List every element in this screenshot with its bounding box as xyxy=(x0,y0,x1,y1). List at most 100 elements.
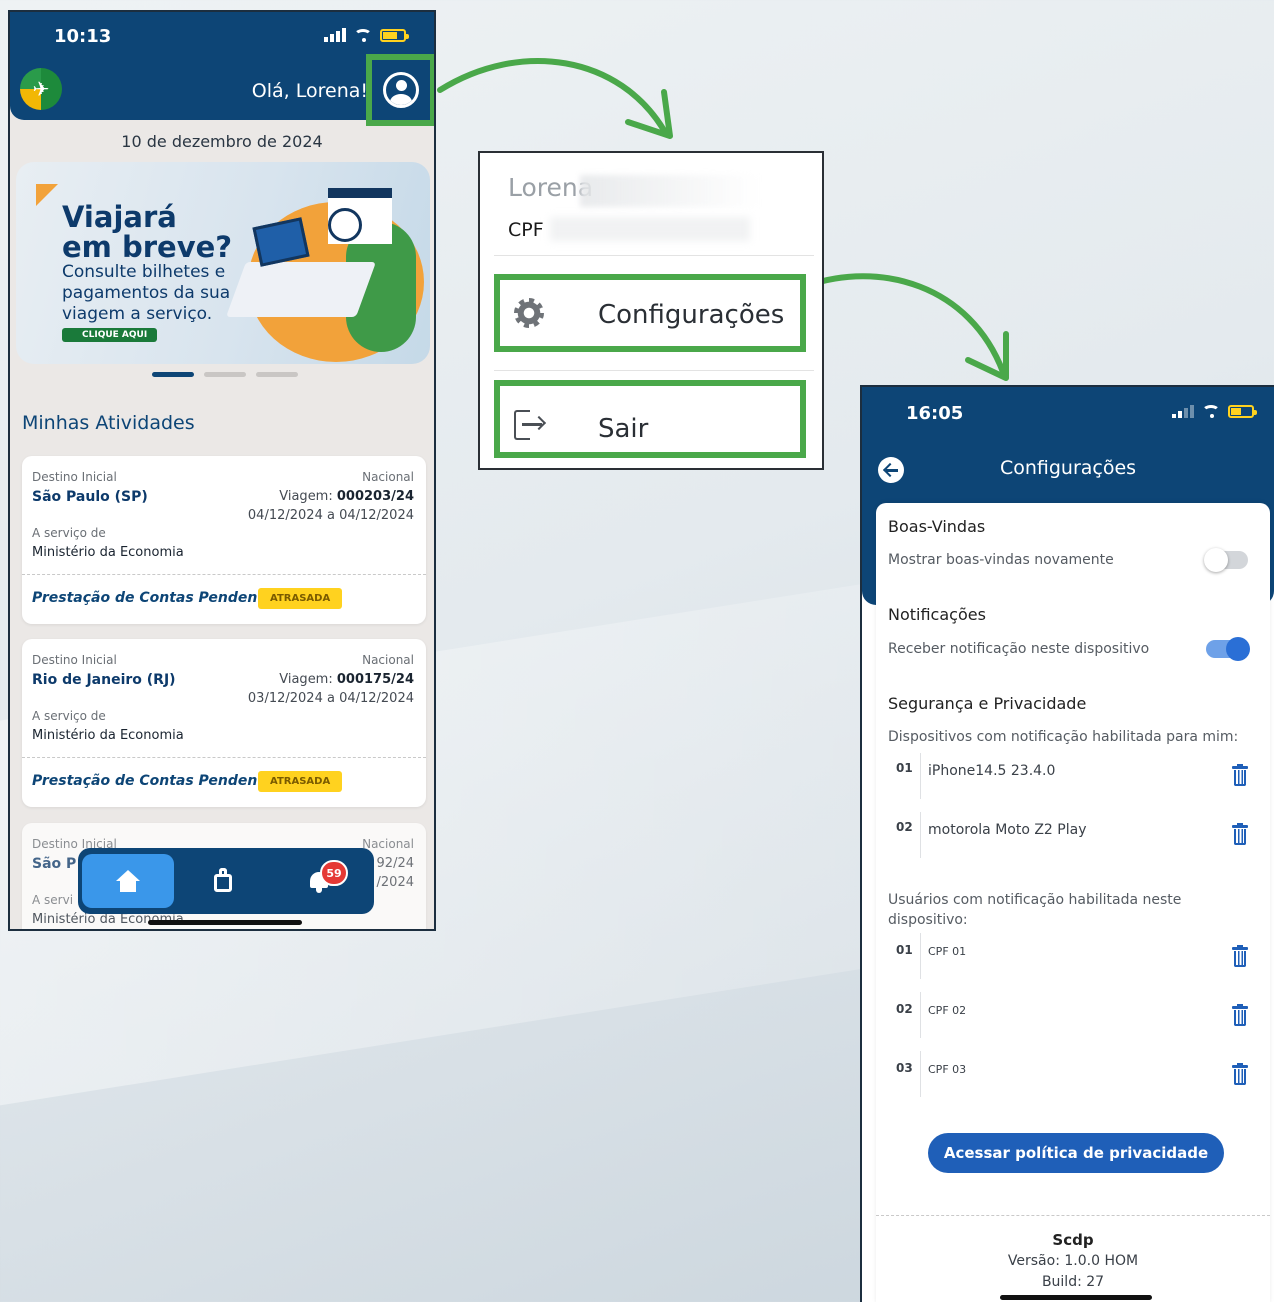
current-date: 10 de dezembro de 2024 xyxy=(121,132,323,151)
user-number: 03 xyxy=(896,1061,913,1075)
trip-type: Nacional xyxy=(362,470,414,484)
activity-card[interactable]: Destino Inicial Nacional Rio de Janeiro … xyxy=(22,639,426,807)
destination-value: São Paulo (SP) xyxy=(32,489,148,505)
activity-card[interactable]: Destino Inicial Nacional São Paulo (SP) … xyxy=(22,456,426,624)
welcome-setting-label: Mostrar boas-vindas novamente xyxy=(888,552,1114,568)
carousel-dot-3[interactable] xyxy=(256,372,298,377)
gear-icon xyxy=(514,298,544,328)
trash-icon xyxy=(1232,764,1248,769)
device-name: motorola Moto Z2 Play xyxy=(928,822,1087,838)
promo-banner[interactable]: Viajará em breve? Consulte bilhetes e pa… xyxy=(16,162,430,364)
activities-title: Minhas Atividades xyxy=(22,412,195,434)
trip-number: Viagem: 000175/24 xyxy=(279,672,414,687)
carousel-indicator[interactable] xyxy=(152,372,298,377)
settings-label: Configurações xyxy=(598,300,785,330)
user-cpf: CPF 03 xyxy=(928,1063,967,1076)
bottom-tab-bar: 59 xyxy=(78,848,374,914)
status-badge: ATRASADA xyxy=(258,588,343,609)
trip-number: Viagem: 000203/24 xyxy=(279,489,414,504)
row-divider xyxy=(920,1051,921,1097)
redacted-cpf xyxy=(550,217,750,241)
status-icons xyxy=(324,28,409,42)
carousel-dot-1[interactable] xyxy=(152,372,194,377)
service-label: A servi xyxy=(32,893,74,907)
arrow-profile-to-menu xyxy=(437,58,673,139)
banner-cta-button[interactable]: CLIQUE AQUI xyxy=(62,328,158,342)
user-number: 01 xyxy=(896,943,913,957)
settings-menu-item[interactable]: Configurações xyxy=(494,274,806,352)
device-number: 02 xyxy=(896,820,913,834)
device-number: 01 xyxy=(896,761,913,775)
destination-label: Destino Inicial xyxy=(32,653,117,667)
trash-icon xyxy=(1232,945,1248,950)
card-divider xyxy=(22,574,426,575)
trip-period: 04/12/2024 a 04/12/2024 xyxy=(247,508,414,523)
pending-status: Prestação de Contas Pendente xyxy=(32,590,274,606)
banner-desk-illustration xyxy=(225,262,377,317)
settings-screen: 16:05 Configurações Boas-Vindas Mostrar … xyxy=(860,385,1274,1302)
notification-count-badge: 59 xyxy=(320,860,348,886)
destination-label: Destino Inicial xyxy=(32,470,117,484)
trip-type: Nacional xyxy=(362,653,414,667)
user-cpf: CPF 02 xyxy=(928,1004,967,1017)
security-section-title: Segurança e Privacidade xyxy=(888,694,1087,713)
clock-icon xyxy=(328,208,362,242)
logout-icon xyxy=(514,410,547,440)
delete-user-button[interactable] xyxy=(1232,945,1248,967)
card-divider xyxy=(22,757,426,758)
footer-divider xyxy=(876,1215,1270,1216)
tab-home[interactable] xyxy=(82,854,174,908)
app-build: Build: 27 xyxy=(1041,1274,1105,1290)
logout-label: Sair xyxy=(598,414,649,444)
status-time: 16:05 xyxy=(906,403,964,424)
delete-device-button[interactable] xyxy=(1232,764,1248,786)
delete-user-button[interactable] xyxy=(1232,1004,1248,1026)
user-avatar-icon xyxy=(383,72,419,108)
status-time: 10:13 xyxy=(54,26,112,47)
home-screen: 10:13 ✈ Olá, Lorena! 10 de dezembro de 2… xyxy=(8,10,436,931)
banner-title-line1: Viajará xyxy=(62,200,177,234)
users-label: Usuários com notificação habilitada nest… xyxy=(888,892,1182,928)
menu-divider xyxy=(494,255,814,256)
home-indicator xyxy=(148,920,302,925)
carousel-dot-2[interactable] xyxy=(204,372,246,377)
notifications-section-title: Notificações xyxy=(888,605,986,624)
tab-trips[interactable] xyxy=(214,868,232,892)
device-name: iPhone14.5 23.4.0 xyxy=(928,763,1056,779)
service-label: A serviço de xyxy=(32,526,106,540)
privacy-policy-button[interactable]: Acessar política de privacidade xyxy=(928,1133,1224,1173)
app-name: Scdp xyxy=(1052,1231,1094,1249)
banner-title: Viajará em breve? xyxy=(62,202,262,262)
redacted-name xyxy=(580,175,760,207)
arrow-menu-to-settings xyxy=(803,273,1009,381)
row-divider xyxy=(920,812,921,858)
notifications-toggle[interactable] xyxy=(1206,637,1250,661)
signal-icon xyxy=(1172,405,1194,418)
destination-value: Rio de Janeiro (RJ) xyxy=(32,672,176,688)
profile-button[interactable] xyxy=(366,54,434,126)
welcome-section-title: Boas-Vindas xyxy=(888,517,986,536)
greeting-text: Olá, Lorena! xyxy=(251,80,368,102)
trip-period: /2024 xyxy=(376,875,414,890)
trash-icon xyxy=(1232,1063,1248,1068)
app-logo-icon: ✈ xyxy=(20,68,62,110)
logout-menu-item[interactable]: Sair xyxy=(494,380,806,458)
welcome-toggle[interactable] xyxy=(1204,548,1248,572)
service-label: A serviço de xyxy=(32,709,106,723)
trash-icon xyxy=(1232,1004,1248,1009)
trash-icon xyxy=(1232,823,1248,828)
trip-period: 03/12/2024 a 04/12/2024 xyxy=(247,691,414,706)
home-icon xyxy=(116,870,140,892)
row-divider xyxy=(920,992,921,1038)
delete-device-button[interactable] xyxy=(1232,823,1248,845)
destination-value: São P xyxy=(32,856,77,872)
banner-title-line2: em breve? xyxy=(62,230,233,264)
menu-divider xyxy=(494,370,814,371)
user-cpf: CPF 01 xyxy=(928,945,967,958)
delete-user-button[interactable] xyxy=(1232,1063,1248,1085)
settings-card: Boas-Vindas Mostrar boas-vindas novament… xyxy=(876,503,1270,1302)
signal-icon xyxy=(324,28,346,42)
status-icons xyxy=(1172,405,1257,418)
app-version: Versão: 1.0.0 HOM xyxy=(1007,1253,1139,1269)
page-title: Configurações xyxy=(999,457,1137,479)
